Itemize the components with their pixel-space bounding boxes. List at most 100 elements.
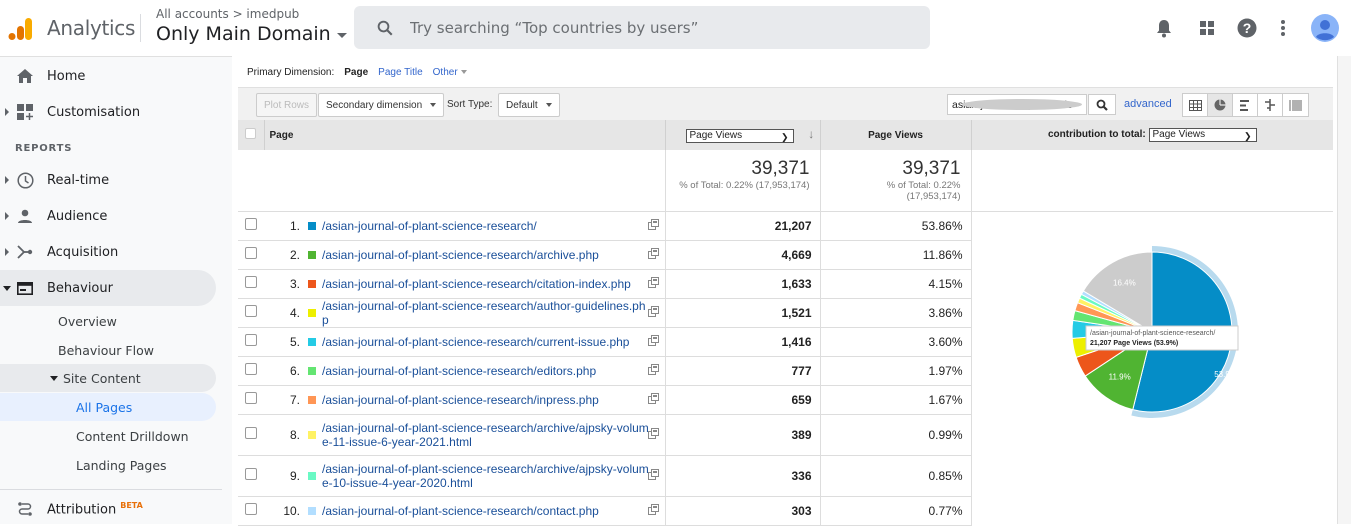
view-switcher bbox=[1182, 93, 1309, 117]
select-all-checkbox[interactable] bbox=[245, 128, 257, 139]
row-checkbox[interactable] bbox=[245, 305, 257, 317]
table-toolbar: Plot Rows Secondary dimension Sort Type:… bbox=[238, 87, 1333, 120]
comparison-icon bbox=[1265, 99, 1275, 111]
help-icon[interactable]: ? bbox=[1231, 12, 1263, 44]
open-page-icon[interactable] bbox=[647, 247, 659, 262]
top-actions: ? bbox=[1148, 12, 1351, 44]
breadcrumb[interactable]: All accounts > imedpub bbox=[156, 7, 299, 21]
clock-icon bbox=[16, 171, 34, 189]
contribution-select[interactable]: Page Views ❯ bbox=[1148, 128, 1257, 142]
row-number: 2. bbox=[289, 247, 300, 262]
sidebar-item-content-drilldown[interactable]: Content Drilldown bbox=[76, 422, 189, 450]
property-selector[interactable]: Only Main Domain bbox=[156, 23, 347, 45]
page-link[interactable]: /asian-journal-of-plant-science-research… bbox=[322, 462, 652, 490]
sidebar-item-all-pages[interactable]: All Pages bbox=[0, 393, 216, 421]
dimension-other[interactable]: Other bbox=[433, 67, 467, 78]
metric-select[interactable]: Page Views ❯ bbox=[685, 129, 794, 143]
advanced-filter-link[interactable]: advanced bbox=[1124, 98, 1172, 110]
open-page-icon[interactable] bbox=[647, 218, 659, 233]
page-link[interactable]: /asian-journal-of-plant-science-research… bbox=[322, 393, 599, 407]
more-vert-icon[interactable] bbox=[1267, 12, 1299, 44]
sidebar-item-landing-pages[interactable]: Landing Pages bbox=[76, 451, 167, 479]
notifications-icon[interactable] bbox=[1148, 12, 1180, 44]
page-link[interactable]: /asian-journal-of-plant-science-research… bbox=[322, 219, 537, 233]
reports-heading: REPORTS bbox=[15, 143, 73, 154]
pageviews-cell: 303 bbox=[665, 496, 821, 526]
row-checkbox[interactable] bbox=[245, 503, 257, 515]
sidebar-item-overview[interactable]: Overview bbox=[58, 307, 117, 335]
dimension-page[interactable]: Page bbox=[344, 67, 368, 78]
page-link[interactable]: /asian-journal-of-plant-science-research… bbox=[322, 335, 629, 349]
sidebar-item-acquisition[interactable]: Acquisition bbox=[0, 234, 216, 270]
select-all-header bbox=[238, 120, 265, 150]
row-checkbox[interactable] bbox=[245, 334, 257, 346]
secondary-dimension-dropdown[interactable]: Secondary dimension bbox=[318, 93, 445, 117]
page-link[interactable]: /asian-journal-of-plant-science-research… bbox=[322, 248, 599, 262]
open-page-icon[interactable] bbox=[647, 276, 659, 291]
row-checkbox-cell bbox=[238, 269, 264, 299]
percent-cell: 0.99% bbox=[820, 414, 972, 456]
sidebar-item-customisation[interactable]: Customisation bbox=[0, 94, 216, 130]
pageviews-cell: 1,633 bbox=[665, 269, 821, 299]
row-checkbox[interactable] bbox=[245, 363, 257, 375]
page-link[interactable]: /asian-journal-of-plant-science-research… bbox=[322, 364, 596, 378]
page-scrollbar[interactable] bbox=[1337, 56, 1351, 524]
row-checkbox[interactable] bbox=[245, 468, 257, 480]
pageviews-column-header[interactable]: Page Views bbox=[820, 120, 972, 150]
open-page-icon[interactable] bbox=[647, 503, 659, 518]
primary-dimension-bar: Primary Dimension: Page Page Title Other bbox=[247, 67, 467, 78]
open-page-icon[interactable] bbox=[647, 334, 659, 349]
row-number: 10. bbox=[283, 503, 300, 518]
total-overall-2: (17,953,174) bbox=[906, 191, 961, 202]
open-page-icon[interactable] bbox=[647, 305, 659, 320]
sidebar-label: Audience bbox=[47, 208, 108, 224]
search-input[interactable] bbox=[410, 18, 890, 37]
pie-view-button[interactable] bbox=[1208, 94, 1233, 116]
page-link[interactable]: /asian-journal-of-plant-science-research… bbox=[322, 504, 599, 518]
open-page-icon[interactable] bbox=[647, 392, 659, 407]
apps-icon[interactable] bbox=[1191, 12, 1223, 44]
row-checkbox[interactable] bbox=[245, 392, 257, 404]
clear-icon[interactable] bbox=[962, 99, 1082, 110]
page-cell: 1. /asian-journal-of-plant-science-resea… bbox=[264, 211, 666, 241]
sidebar: Home Customisation REPORTS Real-time Aud… bbox=[0, 56, 232, 524]
page-link[interactable]: /asian-journal-of-plant-science-research… bbox=[322, 299, 652, 327]
page-link[interactable]: /asian-journal-of-plant-science-research… bbox=[322, 277, 631, 291]
page-link[interactable]: /asian-journal-of-plant-science-research… bbox=[322, 421, 652, 449]
divider bbox=[140, 14, 141, 42]
page-column-header[interactable]: Page bbox=[264, 120, 666, 150]
sidebar-item-behaviour[interactable]: Behaviour bbox=[0, 270, 216, 306]
sidebar-item-site-content[interactable]: Site Content bbox=[0, 364, 216, 392]
open-page-icon[interactable] bbox=[647, 363, 659, 378]
totals-cell-2: 39,371 % of Total: 0.22% (17,953,174) bbox=[820, 150, 972, 212]
performance-view-button[interactable] bbox=[1233, 94, 1258, 116]
pie-slice-label: 53.9% bbox=[1214, 370, 1237, 379]
row-checkbox[interactable] bbox=[245, 276, 257, 288]
sort-type-dropdown[interactable]: Default bbox=[498, 93, 560, 117]
table-filter-input[interactable]: asian-journal-of-plant-scie bbox=[947, 94, 1087, 115]
plot-rows-button[interactable]: Plot Rows bbox=[256, 93, 318, 117]
global-search[interactable] bbox=[354, 6, 930, 49]
table-header: Page Page Views ❯ ↓ Page Views contributi… bbox=[238, 120, 1333, 150]
report-area: Primary Dimension: Page Page Title Other… bbox=[238, 56, 1333, 526]
pivot-view-button[interactable] bbox=[1283, 94, 1308, 116]
sidebar-label: Customisation bbox=[47, 104, 141, 120]
row-checkbox[interactable] bbox=[245, 247, 257, 259]
comparison-view-button[interactable] bbox=[1258, 94, 1283, 116]
table-view-button[interactable] bbox=[1183, 94, 1208, 116]
page-cell: 8. /asian-journal-of-plant-science-resea… bbox=[264, 414, 666, 456]
open-page-icon[interactable] bbox=[647, 427, 659, 442]
sort-desc-icon[interactable]: ↓ bbox=[808, 127, 814, 141]
sidebar-item-audience[interactable]: Audience bbox=[0, 198, 216, 234]
sidebar-item-attribution[interactable]: Attribution BETA bbox=[0, 491, 216, 527]
sidebar-item-behaviour-flow[interactable]: Behaviour Flow bbox=[58, 336, 154, 364]
row-number: 7. bbox=[289, 392, 300, 407]
sidebar-item-home[interactable]: Home bbox=[0, 58, 216, 94]
row-checkbox[interactable] bbox=[245, 218, 257, 230]
open-page-icon[interactable] bbox=[647, 468, 659, 483]
account-avatar[interactable] bbox=[1309, 12, 1341, 44]
sidebar-item-realtime[interactable]: Real-time bbox=[0, 162, 216, 198]
row-checkbox[interactable] bbox=[245, 427, 257, 439]
filter-search-button[interactable] bbox=[1088, 94, 1116, 115]
dimension-page-title[interactable]: Page Title bbox=[378, 67, 422, 78]
